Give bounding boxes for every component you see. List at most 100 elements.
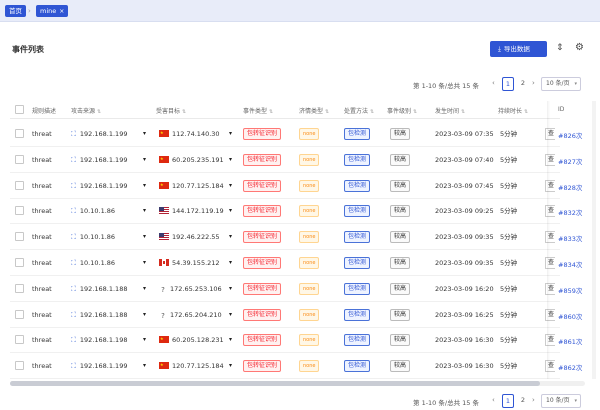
chevron-down-icon[interactable]: ▾ (143, 182, 146, 189)
col-duration[interactable]: 持续时长 ⇅ (498, 106, 528, 115)
table-row[interactable]: threat ⛶ 10.10.1.86 ▾ 144.172.119.19 ▾ 包转征识别 no… (10, 198, 582, 225)
page-size-select[interactable]: 10 条/页 ▾ (541, 77, 581, 91)
select-all-checkbox[interactable] (15, 105, 24, 114)
victim-target-ip[interactable]: 112.74.140.30 (172, 130, 220, 138)
row-checkbox[interactable] (15, 258, 24, 267)
page-2-button[interactable]: 2 (517, 77, 529, 91)
table-row[interactable]: threat ⛶ 192.168.1.199 ▾ 60.205.235.191 ▾ 包转征识… (10, 147, 582, 173)
close-icon[interactable]: × (59, 8, 64, 15)
row-checkbox[interactable] (15, 361, 24, 371)
col-event-level-label: 事件级别 (387, 108, 412, 115)
page-1-button[interactable]: 1 (502, 394, 514, 408)
attack-source-ip[interactable]: 192.168.1.198 (80, 336, 128, 344)
chevron-down-icon[interactable]: ▾ (229, 182, 232, 189)
row-checkbox[interactable] (15, 180, 24, 190)
table-row[interactable]: threat ⛶ 192.168.1.199 ▾ 120.77.125.184 ▾ 包转征识… (10, 353, 582, 380)
chevron-down-icon[interactable]: ▾ (229, 311, 232, 318)
attack-source-ip[interactable]: 10.10.1.86 (80, 233, 115, 241)
row-checkbox[interactable] (15, 309, 24, 319)
chevron-down-icon[interactable]: ▾ (229, 233, 232, 240)
col-event-level[interactable]: 事件级别 ⇅ (387, 106, 417, 115)
victim-target-ip[interactable]: 172.65.253.106 (170, 285, 222, 293)
next-page-button[interactable]: › (532, 396, 535, 404)
attack-source-ip[interactable]: 192.168.1.188 (80, 311, 128, 319)
chevron-down-icon[interactable]: ▾ (143, 233, 146, 240)
event-id-link[interactable]: #832次 (558, 207, 582, 217)
chevron-down-icon[interactable]: ▾ (143, 207, 146, 214)
event-id-link[interactable]: #860次 (558, 311, 582, 321)
page-1-button[interactable]: 1 (502, 77, 514, 91)
page-size-select[interactable]: 10 条/页 ▾ (541, 394, 581, 408)
chevron-down-icon[interactable]: ▾ (143, 285, 146, 292)
victim-target-ip[interactable]: 172.65.204.210 (170, 311, 222, 319)
chevron-down-icon[interactable]: ▾ (143, 156, 146, 163)
attack-source-ip[interactable]: 10.10.1.86 (80, 207, 115, 215)
row-checkbox[interactable] (15, 283, 24, 293)
row-checkbox[interactable] (15, 154, 24, 164)
victim-target-ip[interactable]: 120.77.125.184 (172, 182, 224, 190)
next-page-button[interactable]: › (532, 79, 535, 87)
chevron-down-icon[interactable]: ▾ (143, 336, 146, 343)
chevron-down-icon[interactable]: ▾ (229, 362, 232, 369)
table-row[interactable]: threat ⛶ 10.10.1.86 ▾ 192.46.222.55 ▾ 包转征识别 non… (10, 224, 582, 251)
victim-target-ip[interactable]: 192.46.222.55 (172, 233, 220, 241)
horizontal-scrollbar-thumb[interactable] (10, 381, 540, 386)
victim-target-ip[interactable]: 60.205.128.231 (172, 336, 224, 344)
column-height-icon[interactable]: ⇕ (556, 43, 564, 53)
row-checkbox[interactable] (15, 232, 24, 242)
event-id-link[interactable]: #826次 (558, 130, 582, 140)
attack-source-ip[interactable]: 192.168.1.199 (80, 182, 128, 190)
prev-page-button[interactable]: ‹ (492, 396, 495, 404)
attack-source-ip[interactable]: 192.168.1.199 (80, 130, 128, 138)
chevron-down-icon[interactable]: ▾ (143, 311, 146, 318)
chevron-down-icon[interactable]: ▾ (229, 130, 232, 137)
chevron-down-icon[interactable]: ▾ (229, 259, 232, 266)
export-data-button[interactable]: ⤓ 导出数据 (490, 41, 547, 57)
tab-mine[interactable]: mine × (36, 5, 69, 17)
vertical-scrollbar[interactable] (592, 101, 596, 379)
table-row[interactable]: threat ⛶ 192.168.1.199 ▾ 112.74.140.30 ▾ 包转征识别… (10, 121, 582, 147)
col-disposal-method[interactable]: 处置方法 ⇅ (344, 106, 374, 115)
chevron-down-icon[interactable]: ▾ (229, 336, 232, 343)
col-victim-target[interactable]: 受害目标 ⇅ (156, 106, 186, 115)
table-row[interactable]: threat ⛶ 192.168.1.198 ▾ 60.205.128.231 ▾ 包转征识… (10, 327, 582, 354)
chevron-down-icon[interactable]: ▾ (143, 362, 146, 369)
chevron-down-icon[interactable]: ▾ (229, 156, 232, 163)
chevron-down-icon[interactable]: ▾ (143, 130, 146, 137)
row-checkbox[interactable] (15, 129, 24, 138)
event-id-link[interactable]: #833次 (558, 233, 582, 243)
event-id-link[interactable]: #834次 (558, 259, 582, 269)
chevron-down-icon[interactable]: ▾ (229, 285, 232, 292)
victim-target-ip[interactable]: 120.77.125.184 (172, 362, 224, 370)
event-id-link[interactable]: #862次 (558, 362, 582, 372)
row-checkbox[interactable] (15, 206, 24, 216)
attack-source-ip[interactable]: 192.168.1.199 (80, 156, 128, 164)
page-2-button[interactable]: 2 (517, 394, 529, 408)
event-id-link[interactable]: #859次 (558, 285, 582, 295)
table-row[interactable]: threat ⛶ 192.168.1.199 ▾ 120.77.125.184 ▾ 包转征识… (10, 173, 582, 199)
event-id-link[interactable]: #828次 (558, 182, 582, 192)
col-attack-source[interactable]: 攻击来源 ⇅ (71, 106, 101, 115)
victim-target-ip[interactable]: 54.39.155.212 (172, 259, 220, 267)
table-row[interactable]: threat ⛶ 10.10.1.86 ▾ 54.39.155.212 ▾ 包转征识别 non… (10, 250, 582, 276)
col-occur-time[interactable]: 发生时间 ⇅ (435, 106, 465, 115)
occur-time: 2023-03-09 09:35 (435, 233, 494, 242)
chevron-down-icon[interactable]: ▾ (143, 259, 146, 266)
table-row[interactable]: threat ⛶ 192.168.1.188 ▾? 172.65.204.210 ▾ 包转征… (10, 302, 582, 328)
settings-icon[interactable]: ⚙ (575, 42, 584, 53)
row-checkbox[interactable] (15, 335, 24, 345)
victim-target-ip[interactable]: 60.205.235.191 (172, 156, 224, 164)
event-id-link[interactable]: #827次 (558, 156, 582, 166)
victim-target-ip[interactable]: 144.172.119.19 (172, 207, 224, 215)
network-icon: ⛶ (71, 207, 76, 216)
prev-page-button[interactable]: ‹ (492, 79, 495, 87)
attack-source-ip[interactable]: 10.10.1.86 (80, 259, 115, 267)
chevron-down-icon[interactable]: ▾ (229, 207, 232, 214)
attack-source-ip[interactable]: 192.168.1.188 (80, 285, 128, 293)
breadcrumb-home[interactable]: 首页 (5, 5, 26, 17)
event-id-link[interactable]: #861次 (558, 336, 582, 346)
table-row[interactable]: threat ⛶ 192.168.1.188 ▾? 172.65.253.106 ▾ 包转征… (10, 276, 582, 302)
col-intel-type[interactable]: 济情类型 ⇅ (299, 106, 329, 115)
attack-source-ip[interactable]: 192.168.1.199 (80, 362, 128, 370)
col-event-type[interactable]: 事件类型 ⇅ (243, 106, 273, 115)
